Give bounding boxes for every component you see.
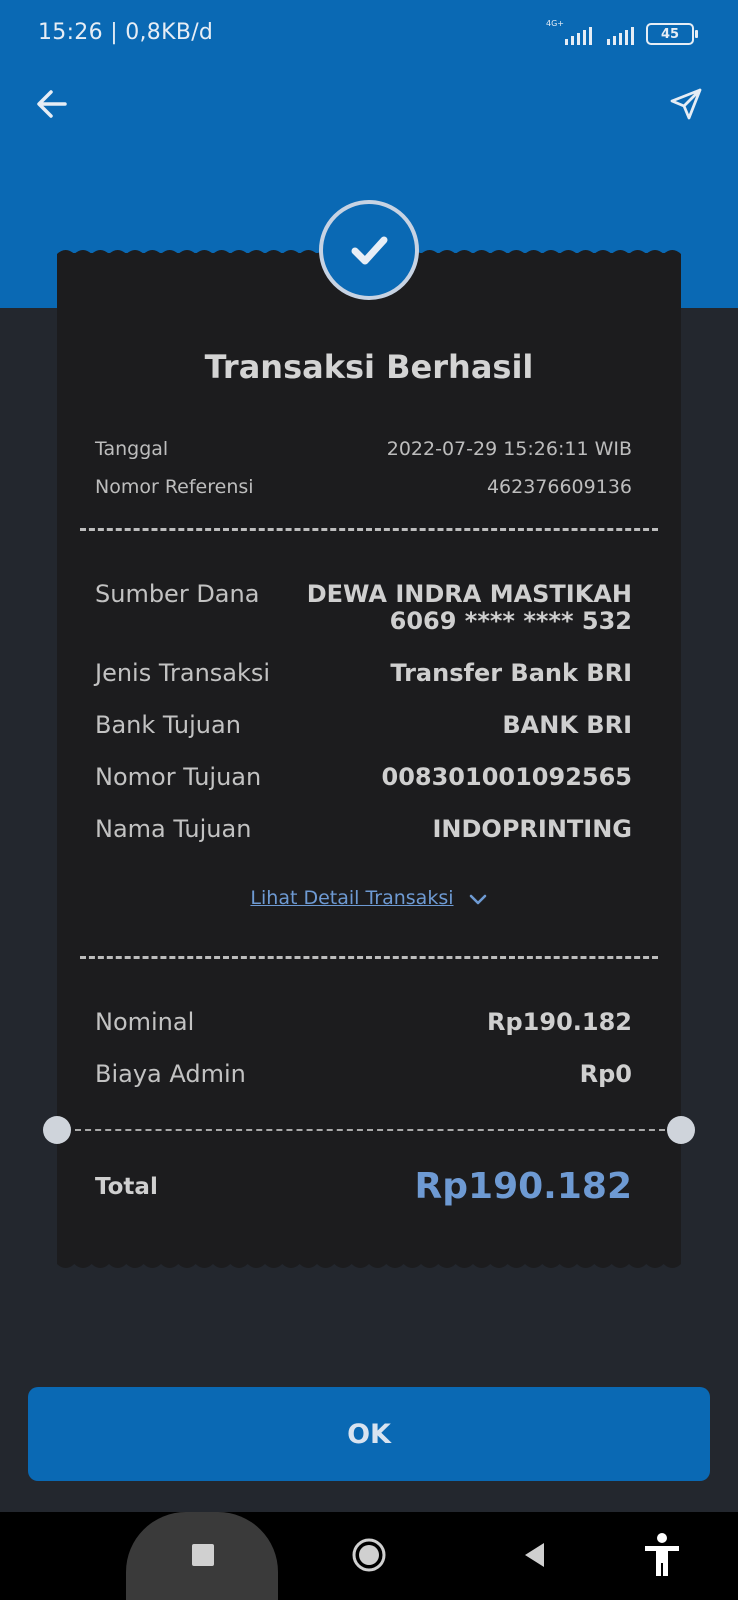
battery-icon: 45 xyxy=(646,23,698,45)
receipt-card xyxy=(57,253,681,1263)
detail-row-recipient: Nama Tujuan INDOPRINTING xyxy=(95,816,632,843)
receipt-cut-left xyxy=(43,1116,71,1144)
detail-row-source: Sumber Dana DEWA INDRA MASTIKAH 6069 ***… xyxy=(95,581,632,635)
status-bar: 15:26 | 0,8KB/d 4G+ 45 xyxy=(0,0,738,66)
share-button[interactable] xyxy=(664,82,708,126)
checkmark-icon xyxy=(351,236,388,265)
send-icon xyxy=(670,88,702,120)
chevron-down-icon xyxy=(469,894,486,904)
square-icon xyxy=(192,1544,214,1566)
amount-row-nominal: Nominal Rp190.182 xyxy=(95,1009,632,1036)
total-label: Total xyxy=(95,1174,158,1200)
view-details-link[interactable]: Lihat Detail Transaksi xyxy=(57,887,681,909)
detail-row-type: Jenis Transaksi Transfer Bank BRI xyxy=(95,660,632,687)
receipt-title: Transaksi Berhasil xyxy=(204,348,534,386)
signal-4g-icon: 4G+ xyxy=(546,19,592,47)
detail-value: Transfer Bank BRI xyxy=(390,659,632,687)
battery-level: 45 xyxy=(660,26,680,42)
meta-value: 2022-07-29 15:26:11 WIB xyxy=(386,438,632,460)
network-type-label: 4G+ xyxy=(546,19,564,28)
recent-apps-button[interactable] xyxy=(183,1535,223,1575)
detail-value: 008301001092565 xyxy=(381,763,633,791)
amount-label: Biaya Admin xyxy=(95,1060,246,1088)
triangle-back-icon xyxy=(525,1543,544,1567)
divider xyxy=(80,956,658,959)
detail-row-account-number: Nomor Tujuan 008301001092565 xyxy=(95,764,632,791)
detail-value: BANK BRI xyxy=(502,711,632,739)
screen: 15:26 | 0,8KB/d 4G+ 45 Transaksi Berhasi… xyxy=(0,0,738,1600)
receipt-cut-right xyxy=(667,1116,695,1144)
accessibility-icon xyxy=(645,1533,679,1576)
total-value: Rp190.182 xyxy=(414,1166,632,1207)
meta-label: Nomor Referensi xyxy=(95,476,254,498)
view-details-label[interactable]: Lihat Detail Transaksi xyxy=(250,887,453,909)
detail-value: DEWA INDRA MASTIKAH 6069 **** **** 532 xyxy=(307,581,632,635)
detail-row-bank: Bank Tujuan BANK BRI xyxy=(95,712,632,739)
amount-row-admin-fee: Biaya Admin Rp0 xyxy=(95,1061,632,1088)
amount-value: Rp190.182 xyxy=(487,1008,632,1036)
divider xyxy=(75,1129,665,1131)
back-button[interactable] xyxy=(30,82,74,126)
signal-icon xyxy=(600,21,634,47)
detail-label: Bank Tujuan xyxy=(95,711,241,739)
circle-icon xyxy=(352,1538,386,1572)
meta-row-date: Tanggal 2022-07-29 15:26:11 WIB xyxy=(95,438,632,460)
status-time: 15:26 | 0,8KB/d xyxy=(38,20,214,45)
source-account-name: DEWA INDRA MASTIKAH xyxy=(306,580,632,608)
detail-label: Nomor Tujuan xyxy=(95,763,262,791)
success-badge xyxy=(319,200,419,300)
arrow-left-icon xyxy=(37,90,67,118)
meta-row-reference: Nomor Referensi 462376609136 xyxy=(95,476,632,498)
source-account-number: 6069 **** **** 532 xyxy=(389,607,632,635)
status-icons: 4G+ 45 xyxy=(546,19,698,48)
home-button[interactable] xyxy=(349,1535,389,1575)
amount-label: Nominal xyxy=(95,1008,195,1036)
detail-label: Sumber Dana xyxy=(95,580,260,608)
divider xyxy=(80,528,658,531)
detail-value: INDOPRINTING xyxy=(432,815,632,843)
detail-label: Nama Tujuan xyxy=(95,815,252,843)
back-nav-button[interactable] xyxy=(515,1535,555,1575)
accessibility-button[interactable] xyxy=(640,1530,684,1580)
amount-value: Rp0 xyxy=(579,1060,632,1088)
receipt-bottom-edge xyxy=(57,1256,681,1268)
ok-button[interactable]: OK xyxy=(28,1387,710,1481)
meta-value: 462376609136 xyxy=(486,476,632,498)
detail-label: Jenis Transaksi xyxy=(95,659,271,687)
meta-label: Tanggal xyxy=(95,438,169,460)
